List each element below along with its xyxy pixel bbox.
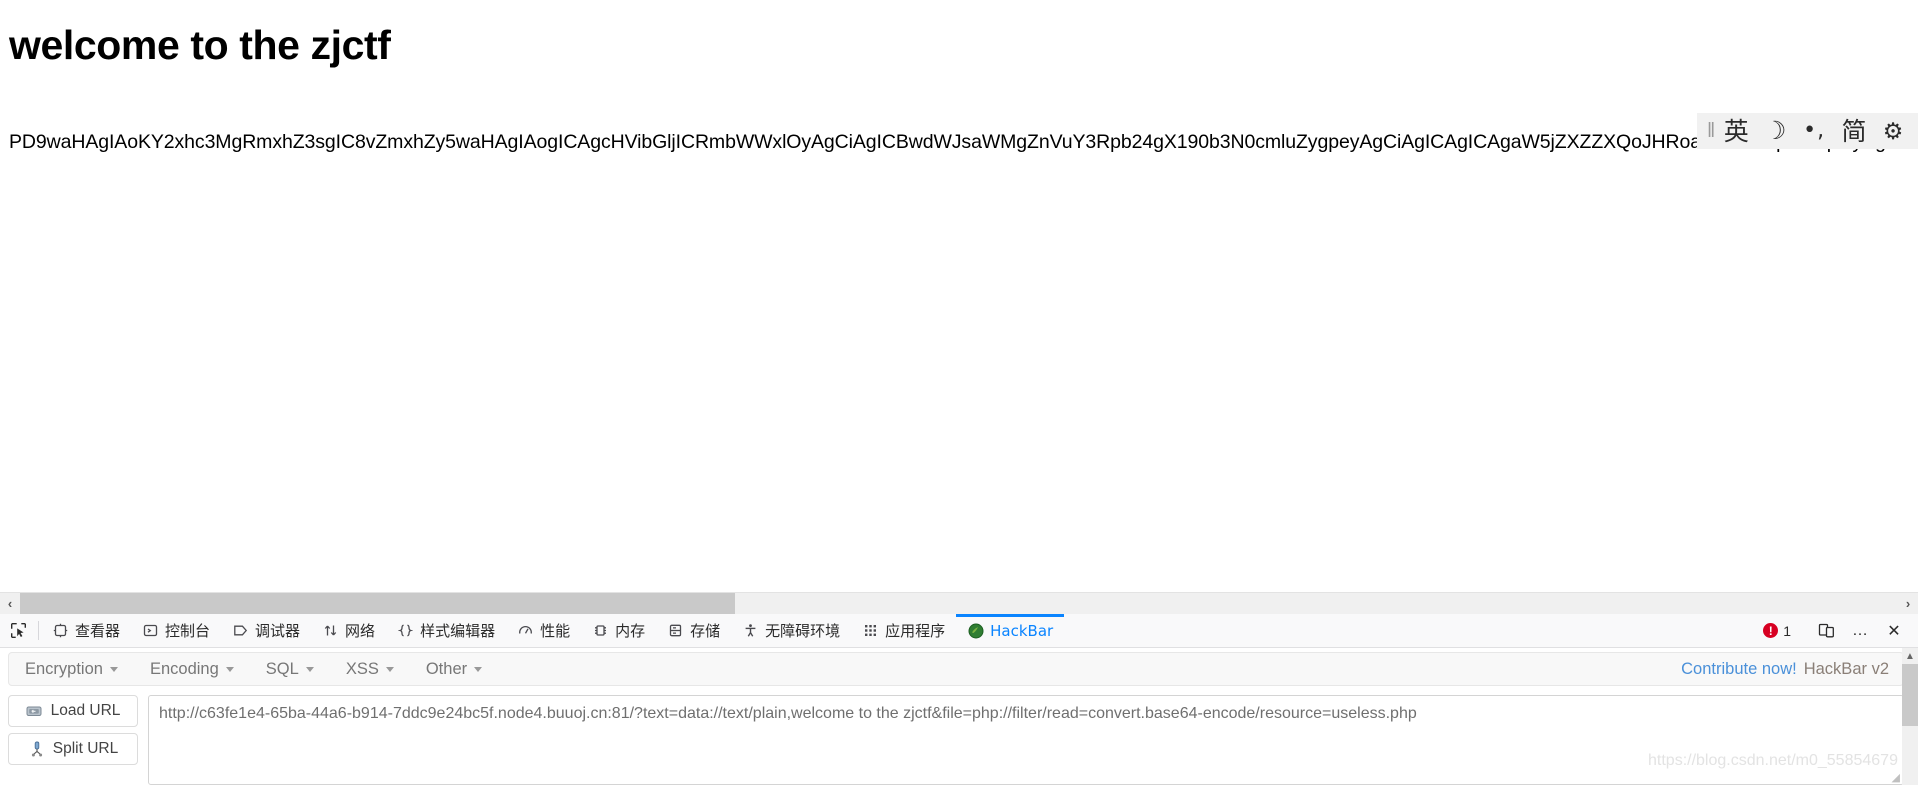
hackbar-icon — [967, 622, 984, 639]
close-icon[interactable]: ✕ — [1878, 614, 1910, 648]
devtools-toolbar-right: ! 1 … ✕ — [1753, 614, 1918, 647]
tab-label: 应用程序 — [885, 622, 946, 640]
tab-application[interactable]: 应用程序 — [851, 614, 956, 647]
application-icon — [862, 622, 879, 639]
horizontal-scrollbar[interactable]: ‹ › — [0, 592, 1918, 615]
debugger-icon — [232, 622, 249, 639]
tab-performance[interactable]: 性能 — [506, 614, 581, 647]
hackbar-contribute-area: Contribute now! HackBar v2 — [1681, 660, 1903, 679]
tab-label: 内存 — [615, 622, 646, 640]
accessibility-icon — [742, 622, 759, 639]
ime-simplified-toggle[interactable]: 简 — [1834, 114, 1874, 148]
menu-other[interactable]: Other — [410, 653, 498, 685]
tab-label: 网络 — [345, 622, 376, 640]
element-picker-icon[interactable] — [0, 614, 36, 647]
menu-sql[interactable]: SQL — [250, 653, 330, 685]
ime-floating-toolbar[interactable]: ‖ 英 ☽ •, 简 ⚙ — [1697, 113, 1918, 149]
scrollbar-thumb[interactable] — [20, 592, 735, 615]
hackbar-menu-bar: Encryption Encoding SQL XSS Other Contri… — [8, 652, 1904, 686]
scroll-up-arrow-icon[interactable]: ▲ — [1902, 648, 1918, 664]
tab-hackbar[interactable]: HackBar — [956, 614, 1065, 647]
tab-console[interactable]: 控制台 — [131, 614, 221, 647]
devtools-toolbar: 查看器 控制台 调试器 网络 样式编辑器 性能 内存 存储 无障碍环境 应用程序… — [0, 614, 1918, 648]
menu-encoding[interactable]: Encoding — [134, 653, 250, 685]
scroll-left-arrow-icon[interactable]: ‹ — [0, 593, 20, 615]
split-url-icon — [28, 741, 46, 757]
tab-network[interactable]: 网络 — [311, 614, 386, 647]
error-count-label: 1 — [1783, 622, 1791, 639]
toolbar-separator — [38, 621, 39, 640]
performance-icon — [517, 622, 534, 639]
hackbar-version-label: HackBar v2 — [1803, 659, 1889, 678]
style-editor-icon — [397, 622, 414, 639]
responsive-design-mode-icon[interactable] — [1810, 614, 1842, 648]
chevron-down-icon — [385, 666, 394, 672]
chevron-down-icon — [109, 666, 118, 672]
base64-output-text: PD9waHAgIAoKY2xhc3MgRmxhZ3sgIC8vZmxhZy5w… — [9, 131, 1918, 153]
hackbar-url-area — [148, 692, 1904, 785]
gear-icon[interactable]: ⚙ — [1874, 114, 1912, 148]
tab-style-editor[interactable]: 样式编辑器 — [386, 614, 506, 647]
url-input[interactable] — [148, 695, 1904, 785]
vertical-scrollbar-thumb[interactable] — [1902, 664, 1918, 726]
load-url-icon — [26, 703, 44, 719]
resize-grip-icon[interactable]: ◢ — [1892, 771, 1900, 784]
storage-icon — [667, 622, 684, 639]
contribute-link[interactable]: Contribute now! — [1681, 660, 1797, 679]
tab-accessibility[interactable]: 无障碍环境 — [731, 614, 851, 647]
ime-moon-icon[interactable]: ☽ — [1756, 114, 1794, 148]
tab-inspector[interactable]: 查看器 — [41, 614, 131, 647]
menu-label: SQL — [265, 659, 299, 678]
menu-label: Other — [425, 659, 468, 678]
memory-icon — [592, 622, 609, 639]
error-icon: ! — [1763, 623, 1779, 638]
more-options-icon[interactable]: … — [1844, 614, 1876, 648]
inspector-icon — [52, 622, 69, 639]
ime-punctuation-icon[interactable]: •, — [1794, 114, 1834, 148]
menu-label: Encoding — [149, 659, 219, 678]
tab-memory[interactable]: 内存 — [581, 614, 656, 647]
button-label: Load URL — [50, 702, 121, 719]
button-label: Split URL — [52, 740, 119, 757]
error-count-badge[interactable]: ! 1 — [1753, 623, 1801, 639]
drag-grip-icon[interactable]: ‖ — [1703, 114, 1716, 148]
tab-label: 性能 — [540, 622, 571, 640]
tab-label: 样式编辑器 — [420, 622, 496, 640]
browser-page-content: welcome to the zjctf PD9waHAgIAoKY2xhc3M… — [0, 0, 1918, 592]
ime-language-toggle[interactable]: 英 — [1716, 114, 1756, 148]
tab-label: HackBar — [990, 621, 1054, 640]
menu-label: XSS — [345, 659, 379, 678]
tab-storage[interactable]: 存储 — [656, 614, 731, 647]
tab-label: 查看器 — [75, 622, 121, 640]
tab-label: 存储 — [690, 622, 721, 640]
console-icon — [142, 622, 159, 639]
menu-xss[interactable]: XSS — [330, 653, 410, 685]
tab-debugger[interactable]: 调试器 — [221, 614, 311, 647]
chevron-down-icon — [305, 666, 314, 672]
menu-encryption[interactable]: Encryption — [9, 653, 134, 685]
hackbar-vertical-scrollbar[interactable]: ▲ — [1902, 648, 1918, 785]
page-title: welcome to the zjctf — [9, 22, 391, 68]
scroll-right-arrow-icon[interactable]: › — [1898, 593, 1918, 615]
hackbar-action-buttons: Load URL Split URL — [8, 692, 138, 785]
tab-label: 控制台 — [165, 622, 211, 640]
scrollbar-track[interactable] — [20, 592, 1898, 615]
tab-label: 无障碍环境 — [765, 622, 841, 640]
load-url-button[interactable]: Load URL — [8, 695, 138, 727]
chevron-down-icon — [225, 666, 234, 672]
chevron-down-icon — [474, 666, 483, 672]
hackbar-body: Load URL Split URL — [8, 692, 1904, 785]
hackbar-panel: Encryption Encoding SQL XSS Other Contri… — [0, 648, 1918, 785]
split-url-button[interactable]: Split URL — [8, 733, 138, 765]
tab-label: 调试器 — [255, 622, 301, 640]
menu-label: Encryption — [25, 659, 103, 678]
network-icon — [322, 622, 339, 639]
